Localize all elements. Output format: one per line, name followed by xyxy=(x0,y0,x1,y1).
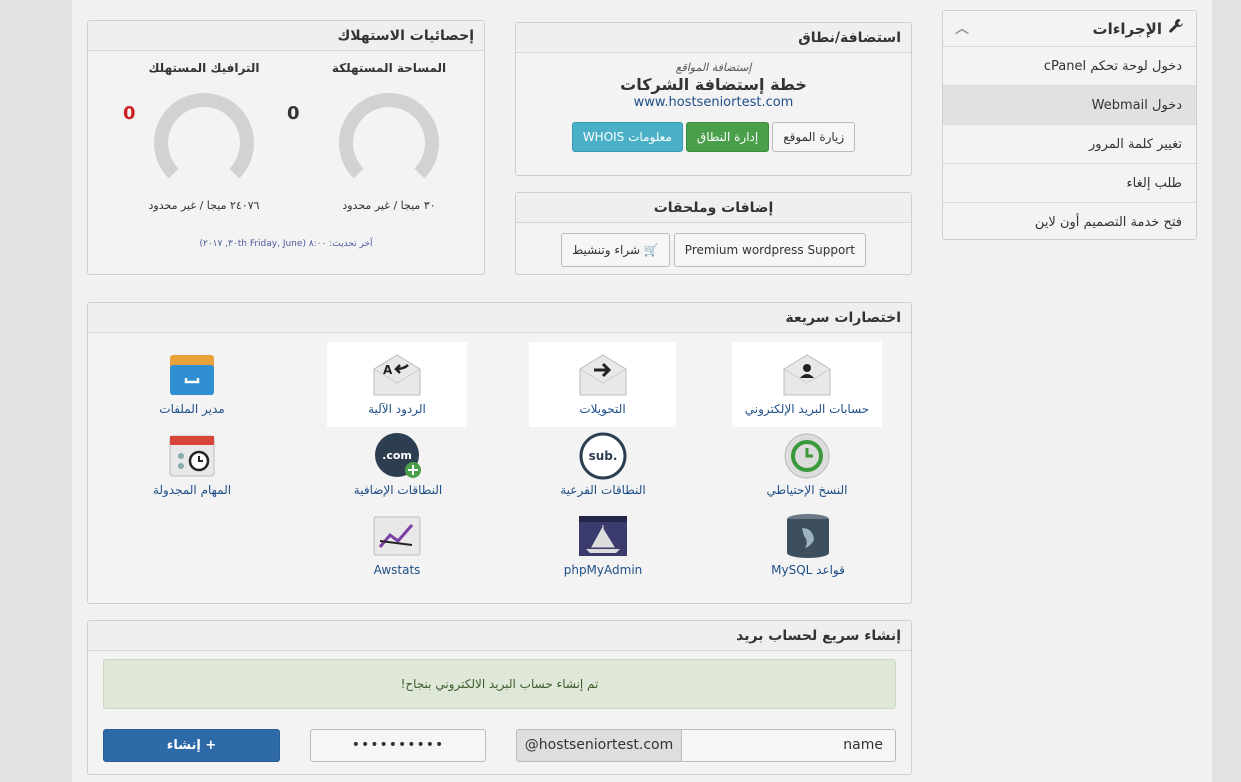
cron-jobs-icon xyxy=(167,433,217,479)
sidebar-item-change-password[interactable]: تغيير كلمة المرور xyxy=(943,125,1196,164)
disk-usage-gauge: المساحة المستهلكة ٣٠ ميجا / غير محدود xyxy=(299,61,479,212)
shortcut-label: قواعد MySQL xyxy=(771,563,845,577)
shortcut-label: حسابات البريد الإلكتروني xyxy=(744,402,870,416)
awstats-icon xyxy=(372,513,422,559)
subdomains-icon-text: sub. xyxy=(589,449,618,463)
addons-buttons: Premium wordpress Support 🛒 شراء وتنشيط xyxy=(516,233,911,267)
shortcut-awstats[interactable]: Awstats xyxy=(327,513,467,577)
manage-domain-button[interactable]: إدارة النطاق xyxy=(685,122,770,152)
shortcut-label: النطاقات الفرعية xyxy=(560,483,646,497)
shortcut-addon-domains[interactable]: .com النطاقات الإضافية xyxy=(328,433,468,497)
email-accounts-icon xyxy=(782,352,832,398)
shortcut-label: مدير الملفات xyxy=(159,402,225,416)
last-updated-text: آخر تحديث: ٨:٠٠ (Friday, June ٣٠th, ٢٠١٧… xyxy=(199,239,373,249)
success-alert: تم إنشاء حساب البريد الالكتروني بنجاح! xyxy=(103,659,896,709)
actions-sidebar: الإجراءات ︿ دخول لوحة تحكم cPanel دخول W… xyxy=(942,10,1197,240)
backup-icon xyxy=(782,433,832,479)
addons-panel: إضافات وملحقات Premium wordpress Support… xyxy=(515,192,912,275)
buy-activate-label: شراء وتنشيط xyxy=(572,243,641,257)
disk-usage-ring xyxy=(339,93,439,193)
sidebar-header[interactable]: الإجراءات ︿ xyxy=(943,11,1196,47)
bandwidth-usage-value: 0 xyxy=(123,103,136,124)
subdomains-icon: sub. xyxy=(578,432,628,480)
disk-usage-title: المساحة المستهلكة xyxy=(331,61,447,75)
shortcut-phpmyadmin[interactable]: phpMyAdmin xyxy=(533,513,673,577)
shortcuts-title: اختصارات سريعة xyxy=(88,303,911,333)
shortcut-label: الردود الآلية xyxy=(368,402,426,416)
hosting-plan-name: خطة إستضافة الشركات xyxy=(620,75,807,94)
mysql-icon xyxy=(783,513,833,559)
wordpress-support-button[interactable]: Premium wordpress Support xyxy=(673,233,866,267)
shortcut-mysql[interactable]: قواعد MySQL xyxy=(738,513,878,577)
sidebar-item-cancel[interactable]: طلب إلغاء xyxy=(943,164,1196,203)
shortcut-file-manager[interactable]: مدير الملفات xyxy=(122,352,262,416)
email-password-input[interactable]: •••••••••• xyxy=(310,729,486,762)
forwarders-icon xyxy=(578,352,628,398)
shortcuts-panel: اختصارات سريعة حسابات البريد الإلكتروني … xyxy=(87,302,912,604)
hosting-panel: استضافة/نطاق إستضافة المواقع خطة إستضافة… xyxy=(515,22,912,176)
quick-email-panel: إنشاء سريع لحساب بريد تم إنشاء حساب البر… xyxy=(87,620,912,775)
usage-stats-title: إحصائيات الاستهلاك xyxy=(88,21,484,51)
email-username-input[interactable]: name xyxy=(681,729,896,762)
shortcut-label: Awstats xyxy=(373,563,421,577)
shortcut-cron-jobs[interactable]: المهام المجدولة xyxy=(122,433,262,497)
shortcut-label: التحويلات xyxy=(579,402,626,416)
sidebar-item-webmail[interactable]: دخول Webmail xyxy=(943,86,1196,125)
shortcut-label: النطاقات الإضافية xyxy=(353,483,443,497)
quick-email-title: إنشاء سريع لحساب بريد xyxy=(88,621,911,651)
sidebar-item-design-service[interactable]: فتح خدمة التصميم أون لاين xyxy=(943,203,1196,242)
disk-usage-detail: ٣٠ ميجا / غير محدود xyxy=(342,199,436,212)
shortcut-forwarders[interactable]: التحويلات xyxy=(529,342,676,427)
wrench-icon xyxy=(1168,11,1184,47)
bandwidth-usage-ring xyxy=(154,93,254,193)
hosting-title: استضافة/نطاق xyxy=(516,23,911,53)
create-email-button[interactable]: + إنشاء xyxy=(103,729,280,762)
usage-stats-panel: إحصائيات الاستهلاك المساحة المستهلكة ٣٠ … xyxy=(87,20,485,275)
hosting-domain-link[interactable]: www.hostseniortest.com xyxy=(516,95,911,110)
chevron-up-icon[interactable]: ︿ xyxy=(955,11,969,47)
email-domain-addon: @hostseniortest.com xyxy=(516,729,682,762)
sidebar-item-cpanel[interactable]: دخول لوحة تحكم cPanel xyxy=(943,47,1196,86)
shortcut-autoresponders[interactable]: A الردود الآلية xyxy=(327,342,467,427)
shortcut-subdomains[interactable]: sub. النطاقات الفرعية xyxy=(533,432,673,497)
shortcut-label: phpMyAdmin xyxy=(563,563,643,577)
sidebar-title: الإجراءات xyxy=(1092,19,1162,38)
shortcut-label: المهام المجدولة xyxy=(152,483,232,497)
buy-activate-button[interactable]: 🛒 شراء وتنشيط xyxy=(561,233,670,267)
whois-button[interactable]: معلومات WHOIS xyxy=(571,122,683,152)
hosting-buttons: زيارة الموقع إدارة النطاق معلومات WHOIS xyxy=(516,122,911,152)
bandwidth-usage-gauge: الترافيك المستهلك ٢٤٠٧٦ ميجا / غير محدود xyxy=(114,61,294,212)
addon-domains-icon: .com xyxy=(373,433,423,479)
addon-domains-icon-text: .com xyxy=(382,449,412,462)
shortcut-label: النسخ الإحتياطي xyxy=(766,483,848,497)
bandwidth-usage-detail: ٢٤٠٧٦ ميجا / غير محدود xyxy=(148,199,260,212)
file-manager-icon xyxy=(167,352,217,398)
svg-text:A: A xyxy=(383,363,393,377)
bandwidth-usage-title: الترافيك المستهلك xyxy=(148,61,260,75)
shortcut-backup[interactable]: النسخ الإحتياطي xyxy=(737,433,877,497)
cart-icon: 🛒 xyxy=(643,243,659,257)
autoresponders-icon: A xyxy=(372,352,422,398)
shortcut-email-accounts[interactable]: حسابات البريد الإلكتروني xyxy=(732,342,882,427)
phpmyadmin-icon xyxy=(578,513,628,559)
visit-site-button[interactable]: زيارة الموقع xyxy=(772,122,856,152)
hosting-type-label: إستضافة المواقع xyxy=(675,61,752,74)
addons-title: إضافات وملحقات xyxy=(516,193,911,223)
